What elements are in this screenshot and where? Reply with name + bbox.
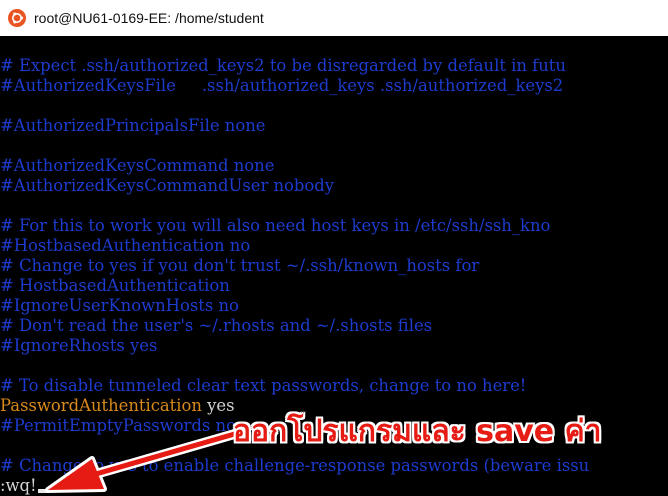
annotation-label: ออกโปรแกรมและ save ค่า (233, 414, 602, 449)
